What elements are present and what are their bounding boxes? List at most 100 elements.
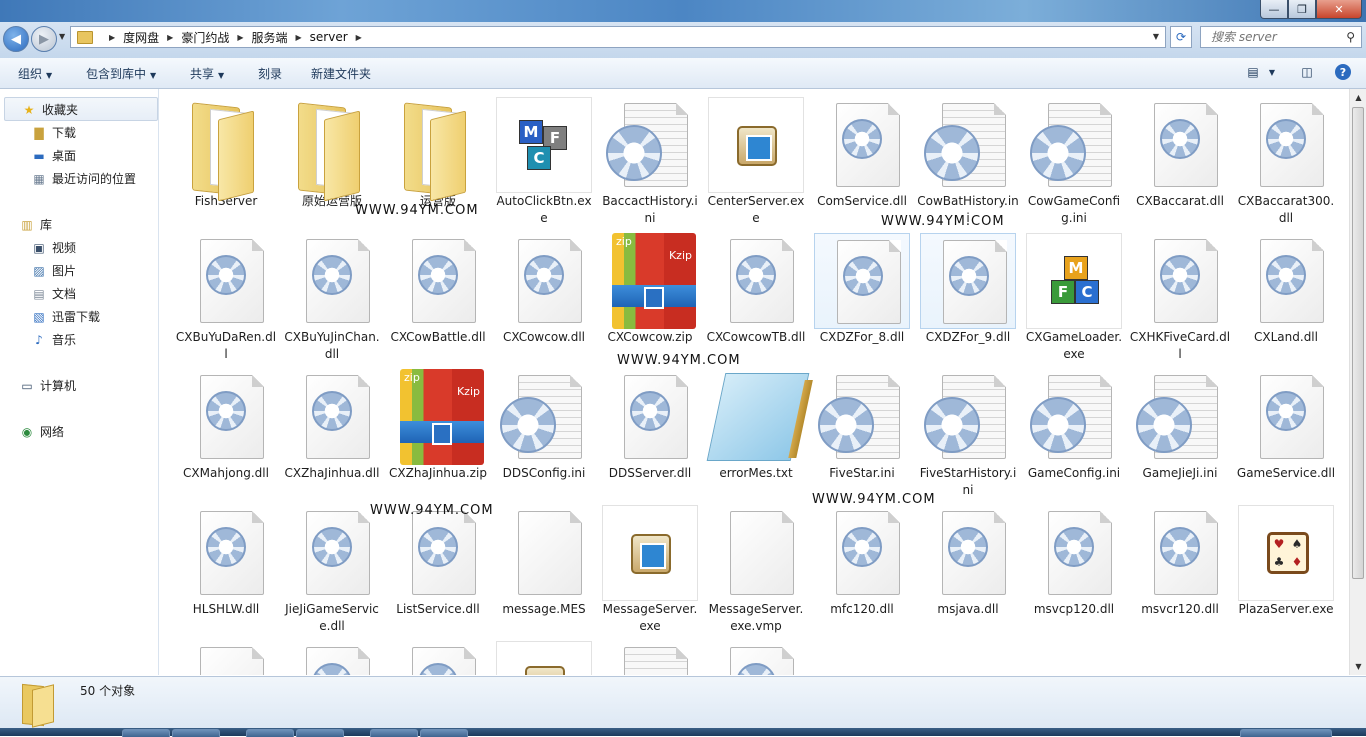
file-item[interactable]: CowBatHistory.ini [915,97,1021,227]
file-item[interactable]: CXDZFor_9.dll [915,233,1021,346]
file-item[interactable]: CXZhaJinhua.dll [279,369,385,482]
file-item[interactable]: CXCowBattle.dll [385,233,491,346]
file-item[interactable]: MessageServer.exe [597,505,703,635]
file-item[interactable]: DDSConfig.ini [491,369,597,482]
file-item[interactable]: 原始运营版 [279,97,385,210]
chevron-right-icon[interactable]: ▶ [296,33,302,42]
file-item[interactable]: 运营版 [385,97,491,210]
help-button[interactable]: ? [1335,64,1351,80]
search-icon[interactable]: ⚲ [1346,30,1355,44]
file-item[interactable]: FishServer [173,97,279,210]
close-button[interactable]: ✕ [1316,0,1362,19]
back-button[interactable]: ◀ [3,26,29,52]
nav-favorites[interactable]: ★ 收藏夹 [22,101,78,118]
file-item[interactable]: GameJieJi.ini [1127,369,1233,482]
dll-file-icon [390,505,486,601]
chevron-right-icon[interactable]: ▶ [237,33,243,42]
chevron-right-icon[interactable]: ▶ [167,33,173,42]
file-item[interactable]: CXMahjong.dll [173,369,279,482]
file-item[interactable] [491,641,597,675]
chevron-right-icon[interactable]: ▶ [109,33,115,42]
file-item[interactable]: errorMes.txt [703,369,810,482]
address-dropdown[interactable]: ▼ [1153,32,1159,41]
chevron-right-icon[interactable]: ▶ [356,33,362,42]
file-item[interactable]: CXHKFiveCard.dll [1127,233,1233,363]
file-item[interactable]: msvcr120.dll [1127,505,1233,618]
file-item[interactable]: CXBuYuJinChan.dll [279,233,385,363]
view-options-icon[interactable]: ▤ [1244,64,1262,80]
share-menu[interactable]: 共享 ▼ [190,65,224,82]
burn-button[interactable]: 刻录 [258,65,282,82]
file-item[interactable]: zip Kzip CXCowcow.zip [597,233,703,346]
file-item[interactable]: BaccactHistory.ini [597,97,703,227]
file-item[interactable] [279,641,385,675]
file-item[interactable] [597,641,703,675]
file-item[interactable]: CXBuYuDaRen.dll [173,233,279,363]
file-item[interactable]: CXLand.dll [1233,233,1339,346]
nav-network[interactable]: ◉ 网络 [20,423,64,440]
maximize-button[interactable]: ❐ [1288,0,1316,19]
forward-button[interactable]: ▶ [31,26,57,52]
file-item[interactable]: GameService.dll [1233,369,1339,482]
file-item[interactable]: ListService.dll [385,505,491,618]
search-box[interactable]: ⚲ [1200,26,1362,48]
file-item[interactable]: ♥ ♠ ♣ ♦ PlazaServer.exe [1233,505,1339,618]
recent-pages-dropdown[interactable]: ▼ [59,32,65,41]
search-input[interactable] [1209,29,1343,45]
breadcrumb-item[interactable]: 豪门约战 [181,29,229,46]
vertical-scrollbar[interactable]: ▲ ▼ [1349,89,1366,675]
nav-computer[interactable]: ▭ 计算机 [20,377,76,394]
file-item[interactable]: CXBaccarat.dll [1127,97,1233,210]
watermark-text: WWW.94YM.COM [370,503,494,518]
file-item[interactable]: msjava.dll [915,505,1021,618]
nav-recent[interactable]: ▦ 最近访问的位置 [32,170,136,187]
breadcrumb-item[interactable]: server [310,30,348,44]
file-item[interactable]: CXCowcowTB.dll [703,233,809,346]
dll-file-icon [708,233,804,329]
nav-libraries[interactable]: ▥ 库 [20,216,52,233]
include-library-menu[interactable]: 包含到库中 ▼ [86,65,156,82]
chevron-down-icon[interactable]: ▼ [1266,64,1278,80]
address-bar[interactable]: ▶ 度网盘 ▶ 豪门约战 ▶ 服务端 ▶ server ▶ ▼ [70,26,1166,48]
file-item[interactable]: CowGameConfig.ini [1021,97,1127,227]
file-item[interactable]: M F C AutoClickBtn.exe [491,97,597,227]
file-item[interactable]: msvcp120.dll [1021,505,1127,618]
nav-music[interactable]: ♪ 音乐 [32,331,76,348]
file-item[interactable]: CXDZFor_8.dll [809,233,915,346]
nav-downloads[interactable]: ▇ 下载 [32,124,76,141]
nav-pictures[interactable]: ▨ 图片 [32,262,76,279]
new-folder-button[interactable]: 新建文件夹 [311,65,371,82]
scroll-up-button[interactable]: ▲ [1350,89,1366,106]
preview-pane-icon[interactable]: ◫ [1298,64,1316,80]
scroll-down-button[interactable]: ▼ [1350,658,1366,675]
file-item[interactable] [703,641,809,675]
file-item[interactable]: HLSHLW.dll [173,505,279,618]
file-item[interactable]: CXBaccarat300.dll [1233,97,1339,227]
file-item[interactable]: mfc120.dll [809,505,915,618]
breadcrumb-item[interactable]: 度网盘 [123,29,159,46]
scroll-thumb[interactable] [1352,107,1364,579]
file-item[interactable]: JieJiGameService.dll [279,505,385,635]
nav-desktop[interactable]: ▬ 桌面 [32,147,76,164]
file-item[interactable] [173,641,279,675]
refresh-button[interactable]: ⟳ [1170,26,1192,48]
organize-menu[interactable]: 组织 ▼ [18,65,52,82]
file-item[interactable]: message.MES [491,505,597,618]
file-item[interactable]: DDSServer.dll [597,369,703,482]
file-item[interactable] [385,641,491,675]
nav-videos[interactable]: ▣ 视频 [32,239,76,256]
breadcrumb-item[interactable]: 服务端 [252,29,288,46]
nav-thunder[interactable]: ▧ 迅雷下载 [32,308,100,325]
nav-documents[interactable]: ▤ 文档 [32,285,76,302]
file-item[interactable]: FiveStar.ini [809,369,915,482]
file-item[interactable]: CenterServer.exe [703,97,809,227]
file-item[interactable]: GameConfig.ini [1021,369,1127,482]
file-item[interactable]: CXCowcow.dll [491,233,597,346]
file-item[interactable]: MessageServer.exe.vmp [703,505,809,635]
file-item[interactable]: M F C CXGameLoader.exe [1021,233,1127,363]
file-item[interactable]: ComService.dll [809,97,915,210]
file-item[interactable]: FiveStarHistory.ini [915,369,1021,499]
minimize-button[interactable]: — [1260,0,1288,19]
file-item[interactable]: zip Kzip CXZhaJinhua.zip [385,369,491,482]
computer-icon: ▭ [21,378,33,393]
